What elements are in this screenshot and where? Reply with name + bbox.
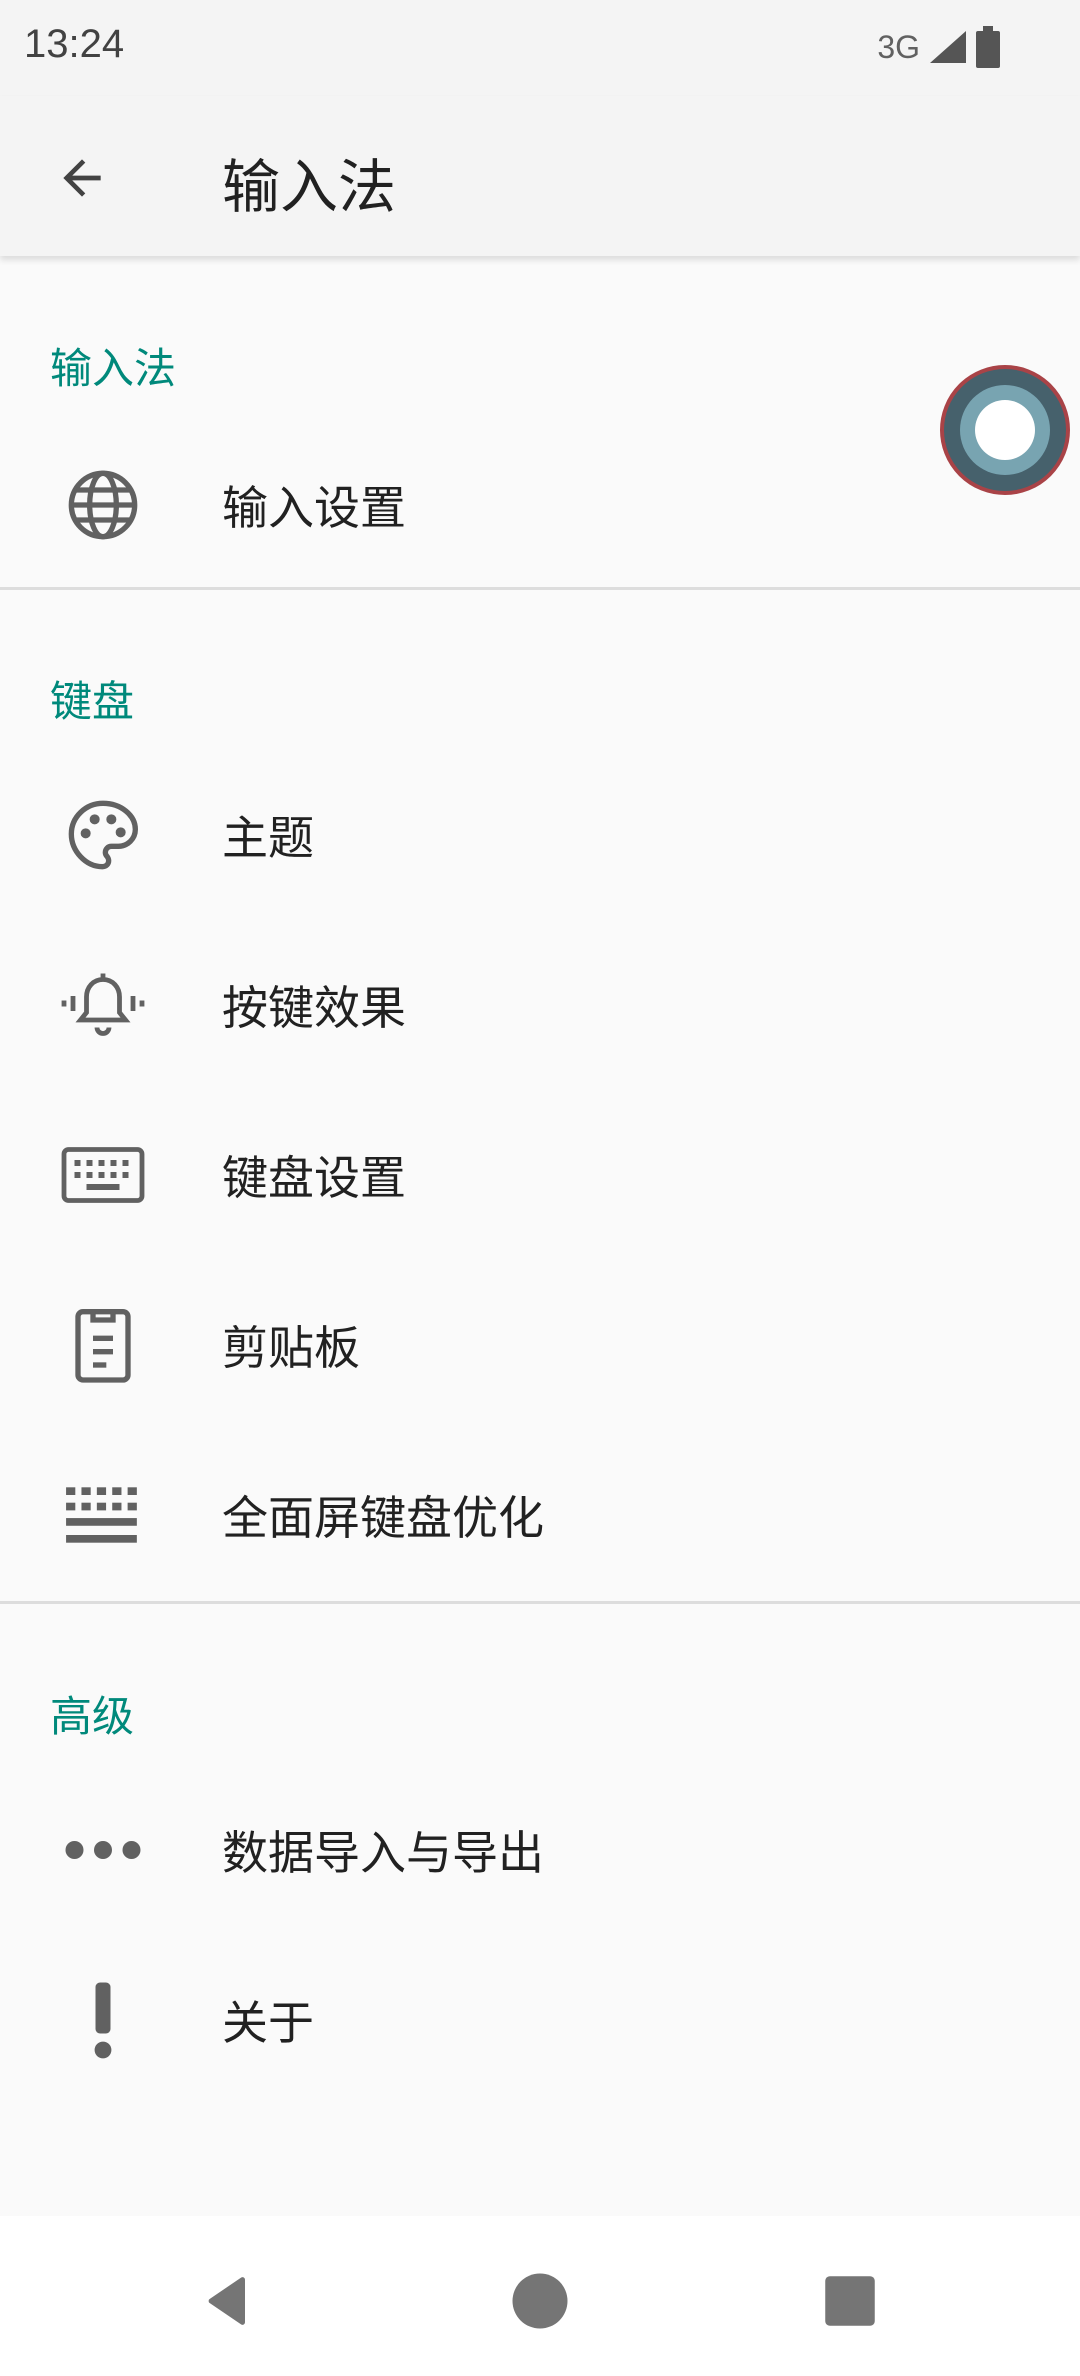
menu-item-data-import-export[interactable]: 数据导入与导出 (0, 1765, 1080, 1935)
floating-button-core (975, 400, 1035, 460)
divider (0, 587, 1080, 590)
menu-item-label: 按键效果 (222, 981, 406, 1035)
section-header-input-method: 输入法 (50, 344, 177, 393)
menu-item-label: 输入设置 (222, 481, 406, 535)
menu-item-label: 数据导入与导出 (222, 1826, 544, 1880)
section-header-advanced: 高级 (50, 1692, 135, 1741)
exclamation-icon (58, 1975, 148, 2065)
navigation-bar (0, 2216, 1080, 2376)
menu-item-about[interactable]: 关于 (0, 1935, 1080, 2105)
divider (0, 1601, 1080, 1604)
menu-item-label: 主题 (222, 811, 314, 865)
menu-item-label: 关于 (222, 1996, 314, 2050)
page-title: 输入法 (222, 153, 397, 221)
menu-item-label: 键盘设置 (222, 1151, 406, 1205)
status-bar: 13:24 3G (0, 0, 1080, 96)
floating-button-ring (960, 385, 1050, 475)
palette-icon (58, 790, 148, 880)
triangle-back-icon (208, 2277, 246, 2325)
menu-item-key-effects[interactable]: 按键效果 (0, 920, 1080, 1090)
circle-home-icon (512, 2273, 568, 2329)
menu-item-theme[interactable]: 主题 (0, 750, 1080, 920)
keyboard-optimize-icon (58, 1470, 148, 1560)
section-header-keyboard: 键盘 (50, 677, 135, 726)
status-icons: 3G (877, 22, 1000, 72)
battery-icon (976, 26, 1000, 68)
more-horizontal-icon (58, 1805, 148, 1895)
nav-recents-button[interactable] (810, 2261, 890, 2341)
menu-item-clipboard[interactable]: 剪贴板 (0, 1260, 1080, 1430)
vibrating-bell-icon (58, 960, 148, 1050)
keyboard-icon (58, 1130, 148, 1220)
signal-icon (930, 31, 966, 63)
menu-item-keyboard-settings[interactable]: 键盘设置 (0, 1090, 1080, 1260)
menu-item-fullscreen-keyboard[interactable]: 全面屏键盘优化 (0, 1430, 1080, 1600)
app-bar: 输入法 (0, 96, 1080, 256)
globe-icon (58, 460, 148, 550)
nav-home-button[interactable] (500, 2261, 580, 2341)
nav-back-button[interactable] (190, 2261, 270, 2341)
back-button[interactable] (40, 136, 124, 220)
menu-item-label: 全面屏键盘优化 (222, 1491, 544, 1545)
menu-item-input-settings[interactable]: 输入设置 (0, 420, 1080, 590)
square-recents-icon (825, 2276, 875, 2326)
status-time: 13:24 (24, 22, 125, 66)
clipboard-icon (58, 1300, 148, 1390)
floating-assistive-button[interactable] (940, 365, 1070, 495)
network-type: 3G (877, 28, 920, 65)
arrow-back-icon (63, 159, 101, 197)
menu-item-label: 剪贴板 (222, 1321, 360, 1375)
